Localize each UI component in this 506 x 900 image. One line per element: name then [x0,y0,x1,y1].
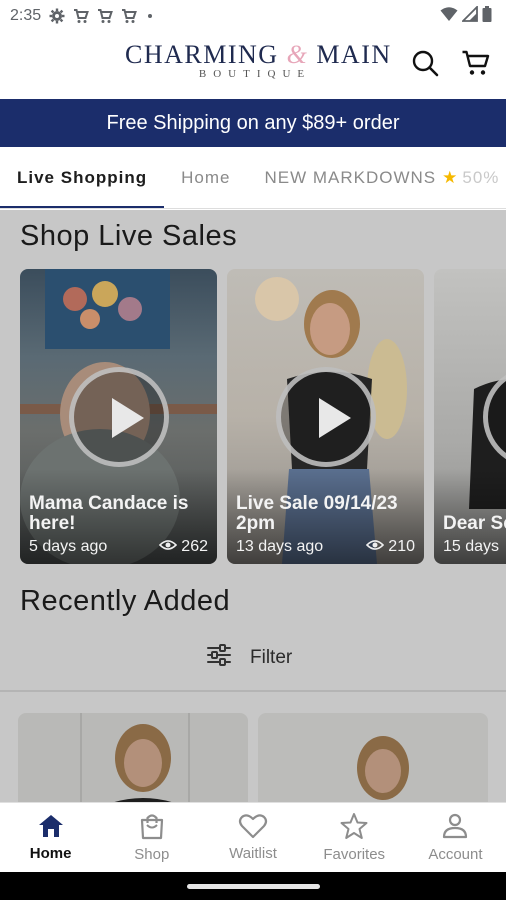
wifi-icon [440,6,458,27]
promo-banner[interactable]: Free Shipping on any $89+ order [0,99,506,147]
promo-text: Free Shipping on any $89+ order [106,111,400,134]
card-age: 13 days ago [236,538,324,555]
bag-icon [138,812,166,844]
product-image [80,713,190,802]
home-icon [37,813,65,843]
card-views: 262 [181,538,208,555]
nav-favorites[interactable]: Favorites [304,803,405,872]
play-icon [68,367,169,467]
gesture-bar [0,872,506,900]
star-icon: ★ [442,167,459,187]
nav-label: Account [428,846,483,863]
recently-added-title: Recently Added [20,585,231,617]
search-button[interactable] [410,50,440,80]
nav-account[interactable]: Account [405,803,506,872]
live-sale-card[interactable]: Mama Candace is here! 5 days ago 262 [20,269,217,564]
nav-waitlist[interactable]: Waitlist [202,803,303,872]
tab-label: Home [181,167,231,187]
main-content: Shop Live Sales Mama Candace is here! 5 … [0,210,506,802]
eye-icon [159,538,178,556]
live-sale-card[interactable]: Dear Sc 15 days [434,269,506,564]
status-time: 2:35 [10,7,42,24]
cart-icon [121,8,138,24]
section-divider [0,690,506,692]
cart-icon [73,8,90,24]
heart-icon [238,813,268,843]
nav-label: Favorites [323,846,386,863]
card-views: 210 [388,538,415,555]
bottom-navigation: Home Shop Waitlist Favorites Account [0,802,506,872]
brand-logo[interactable]: CHARMING & MAIN BOUTIQUE [125,40,390,80]
tab-label-extra: 50% [462,167,500,187]
cart-icon [97,8,114,24]
tab-label: Live Shopping [17,167,148,187]
product-card[interactable] [258,713,488,802]
product-card[interactable] [18,713,248,802]
search-icon [411,49,439,82]
signal-icon [460,4,478,27]
home-indicator[interactable] [187,884,320,889]
filter-label: Filter [250,647,293,668]
app-screen: 2:35 CHARMING & MAIN BOUTIQUE Free Shipp… [0,0,506,900]
battery-icon [482,5,492,27]
card-title: Mama Candace is here! [29,493,189,534]
tab-home[interactable]: Home [164,147,247,208]
cart-button[interactable] [461,50,491,80]
logo-ampersand: & [286,40,309,69]
sliders-icon [206,644,232,672]
logo-text-right: MAIN [316,40,392,69]
card-title: Dear Sc [443,513,506,534]
gear-icon [49,8,65,24]
nav-label: Home [29,845,72,862]
play-icon [275,367,376,467]
tab-live-shopping[interactable]: Live Shopping [0,147,165,208]
nav-shop[interactable]: Shop [101,803,202,872]
live-sale-card[interactable]: Live Sale 09/14/23 2pm 13 days ago 210 [227,269,424,564]
card-age: 15 days [443,538,500,555]
star-icon [340,812,368,844]
tab-label: NEW MARKDOWNS [264,167,437,187]
filter-button[interactable]: Filter [206,644,292,672]
live-sales-carousel[interactable]: Mama Candace is here! 5 days ago 262 Liv… [20,269,506,564]
eye-icon [366,538,385,556]
logo-text-left: CHARMING [125,40,279,69]
app-header: CHARMING & MAIN BOUTIQUE [0,32,506,99]
nav-label: Shop [134,846,170,863]
category-tabs: Live Shopping Home NEW MARKDOWNS ★ 50% [0,147,506,209]
nav-label: Waitlist [229,845,277,862]
person-icon [441,812,469,844]
dot-icon [145,8,155,24]
product-image [357,736,409,800]
status-bar: 2:35 [0,0,506,32]
nav-home[interactable]: Home [0,803,101,872]
tab-new-markdowns[interactable]: NEW MARKDOWNS ★ 50% [247,147,506,208]
live-sales-title: Shop Live Sales [20,220,238,252]
card-title: Live Sale 09/14/23 2pm [236,493,398,534]
card-age: 5 days ago [29,538,108,555]
cart-icon [461,49,491,82]
